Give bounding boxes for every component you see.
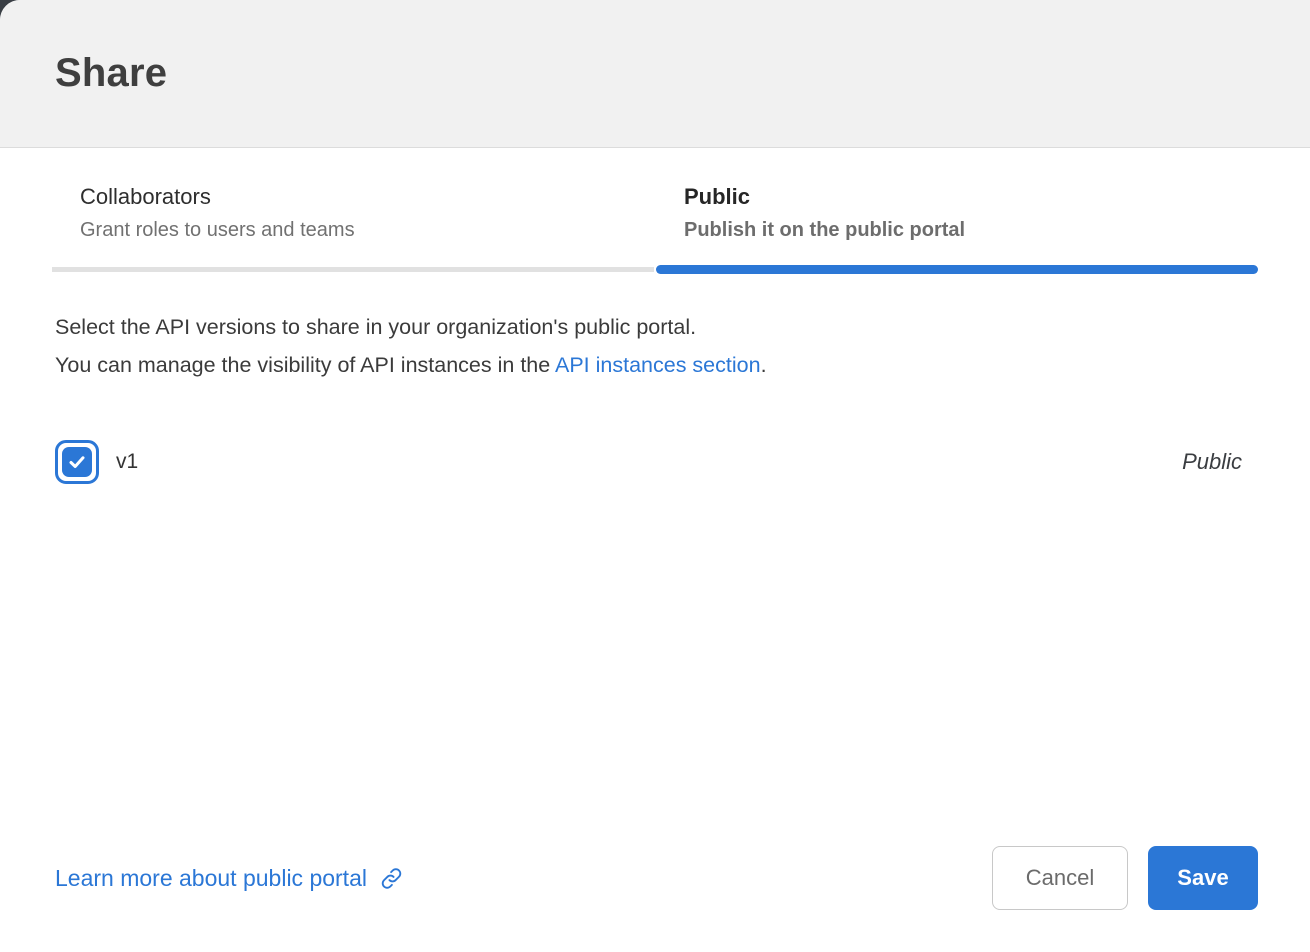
dialog-body: Select the API versions to share in your… bbox=[0, 280, 1310, 846]
cancel-button[interactable]: Cancel bbox=[992, 846, 1128, 910]
tab-collaborators[interactable]: Collaborators Grant roles to users and t… bbox=[52, 148, 654, 280]
action-buttons: Cancel Save bbox=[992, 846, 1258, 910]
api-instances-link[interactable]: API instances section bbox=[555, 353, 761, 377]
checkbox-checked-fill bbox=[62, 447, 92, 477]
intro-text: Select the API versions to share in your… bbox=[55, 308, 1242, 384]
tab-collaborators-label: Collaborators bbox=[80, 184, 654, 210]
version-name: v1 bbox=[116, 450, 138, 474]
tab-public-description: Publish it on the public portal bbox=[684, 219, 1258, 242]
intro-line2-suffix: . bbox=[761, 353, 767, 377]
checkmark-icon bbox=[67, 452, 87, 472]
version-visibility-status: Public bbox=[1182, 449, 1242, 475]
tab-public-underline bbox=[656, 265, 1258, 274]
tab-bar: Collaborators Grant roles to users and t… bbox=[0, 148, 1310, 280]
dialog-header: Share bbox=[0, 0, 1310, 148]
tab-public[interactable]: Public Publish it on the public portal bbox=[656, 148, 1258, 280]
version-checkbox[interactable] bbox=[55, 440, 99, 484]
intro-line2-prefix: You can manage the visibility of API ins… bbox=[55, 353, 555, 377]
tab-public-label: Public bbox=[684, 184, 1258, 210]
tab-collaborators-underline bbox=[52, 267, 654, 272]
tab-collaborators-description: Grant roles to users and teams bbox=[80, 219, 654, 242]
intro-line1: Select the API versions to share in your… bbox=[55, 315, 696, 339]
dialog-title: Share bbox=[55, 51, 167, 96]
learn-more-link[interactable]: Learn more about public portal bbox=[55, 865, 404, 910]
share-dialog: Share Collaborators Grant roles to users… bbox=[0, 0, 1310, 952]
learn-more-label: Learn more about public portal bbox=[55, 865, 367, 892]
dialog-footer: Learn more about public portal Cancel Sa… bbox=[0, 846, 1310, 952]
link-icon bbox=[379, 866, 404, 891]
version-row: v1 Public bbox=[55, 440, 1242, 484]
save-button[interactable]: Save bbox=[1148, 846, 1258, 910]
